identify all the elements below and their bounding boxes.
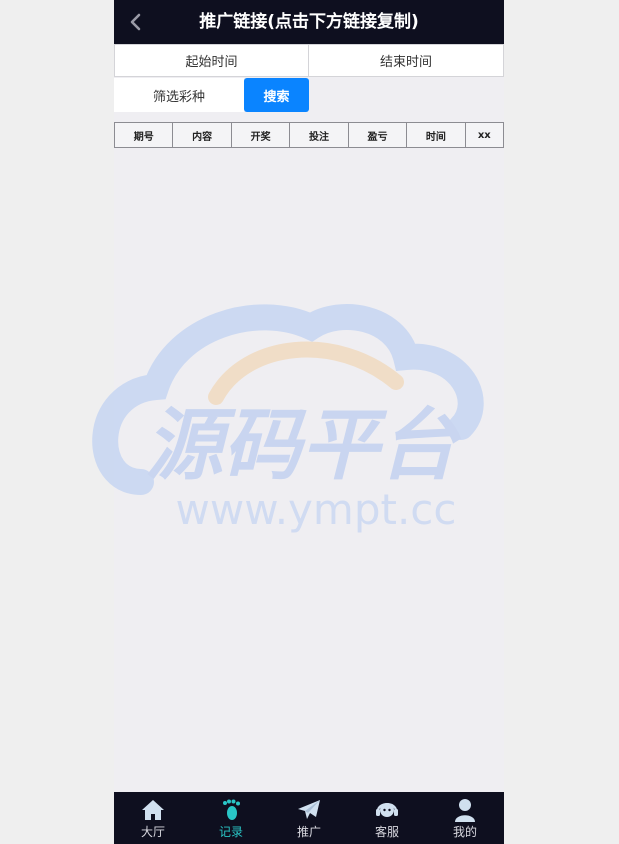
- column-header-bet: 投注: [290, 123, 349, 147]
- table-header: 期号 内容 开奖 投注 盈亏 时间 xx: [114, 122, 504, 148]
- column-header-xx: xx: [477, 129, 491, 141]
- column-header-draw: 开奖: [232, 123, 291, 147]
- column-header-profit: 盈亏: [349, 123, 408, 147]
- watermark-logo: 源码平台 www.ympt.cc: [92, 304, 484, 534]
- nav-label-mine: 我的: [452, 824, 477, 839]
- nav-label-promote: 推广: [296, 824, 321, 839]
- page-title: 推广链接(点击下方链接复制): [199, 12, 419, 32]
- paper-plane-icon: [297, 797, 321, 823]
- column-header-content: 内容: [173, 123, 232, 147]
- user-icon: [454, 797, 476, 823]
- nav-item-lobby[interactable]: 大厅: [114, 792, 192, 844]
- footprint-icon: [219, 797, 243, 823]
- watermark-url-text: www.ympt.cc: [176, 485, 457, 534]
- nav-label-lobby: 大厅: [140, 824, 165, 839]
- start-time-field[interactable]: 起始时间: [114, 44, 309, 77]
- filter-row: 筛选彩种 搜索: [114, 78, 504, 112]
- nav-label-service: 客服: [374, 824, 399, 839]
- nav-item-promote[interactable]: 推广: [270, 792, 348, 844]
- nav-label-records: 记录: [218, 824, 243, 839]
- date-range-row: 起始时间 结束时间: [114, 44, 504, 78]
- nav-item-service[interactable]: 客服: [348, 792, 426, 844]
- bottom-nav: 大厅 记录 推广 客服 我的: [114, 792, 504, 844]
- home-icon: [141, 797, 165, 823]
- headset-icon: [375, 797, 399, 823]
- watermark-cn-text: 源码平台: [145, 401, 462, 491]
- end-time-field[interactable]: 结束时间: [309, 44, 504, 77]
- lottery-filter-select[interactable]: 筛选彩种: [114, 78, 244, 112]
- search-button[interactable]: 搜索: [244, 78, 309, 112]
- nav-item-records[interactable]: 记录: [192, 792, 270, 844]
- column-header-time: 时间: [407, 123, 466, 147]
- column-header-issue: 期号: [115, 123, 174, 147]
- app-screen: 推广链接(点击下方链接复制) 起始时间 结束时间 筛选彩种 搜索 期号 内容 开…: [92, 0, 504, 844]
- sun-arc: [208, 341, 404, 405]
- top-header: 推广链接(点击下方链接复制): [114, 0, 504, 44]
- nav-item-mine[interactable]: 我的: [426, 792, 504, 844]
